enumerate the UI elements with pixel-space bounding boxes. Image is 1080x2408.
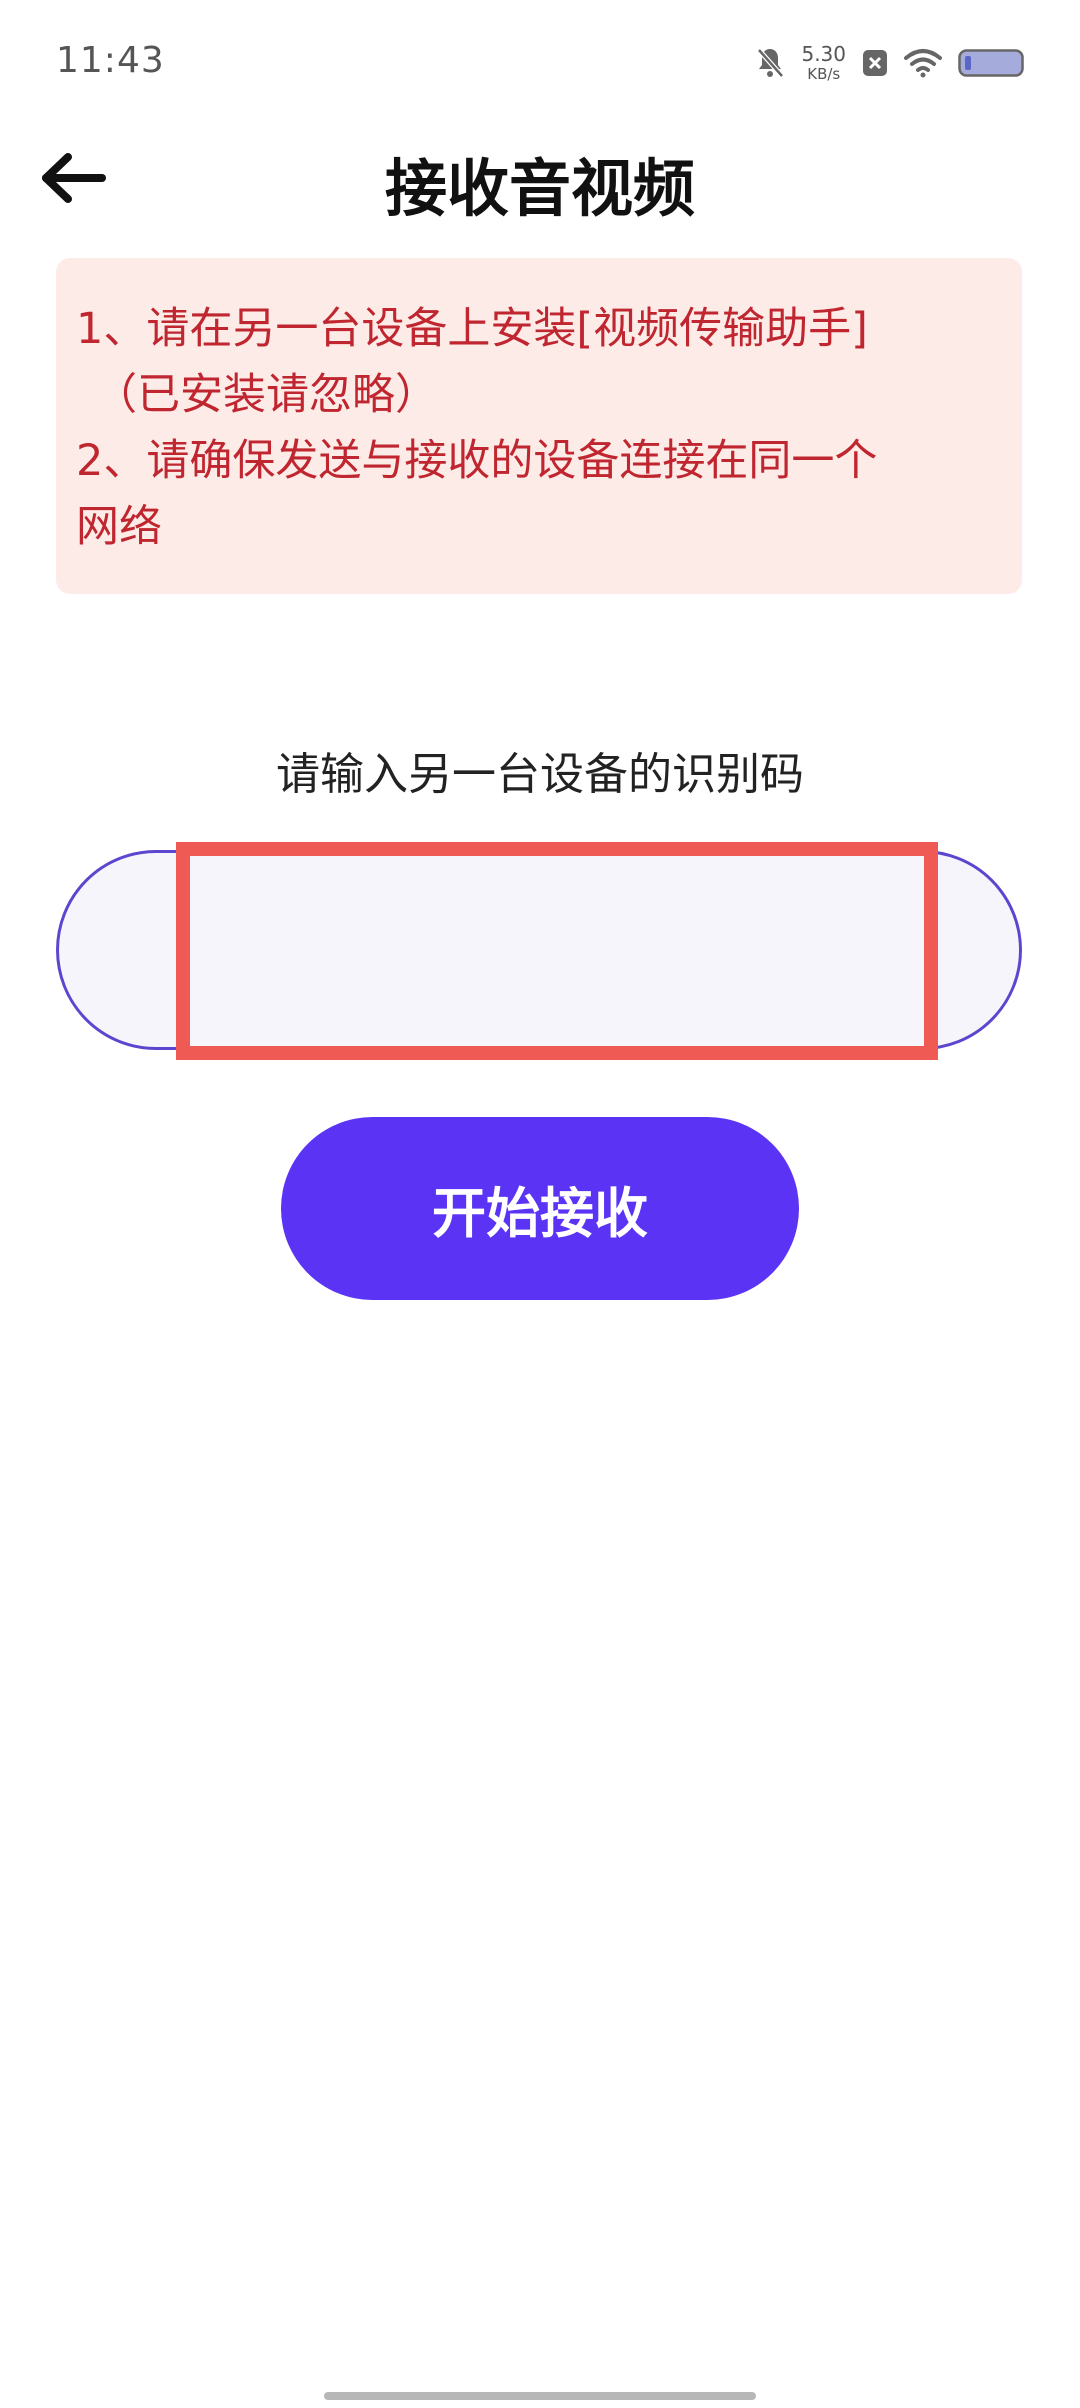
- code-prompt: 请输入另一台设备的识别码: [276, 749, 804, 800]
- notice-line-1: 1、请在另一台设备上安装[视频传输助手]: [76, 304, 868, 354]
- close-box-icon: [862, 48, 888, 78]
- status-time: 11:43: [56, 40, 165, 81]
- notice-line-2: （已安装请忽略）: [94, 370, 438, 420]
- battery-icon: [958, 48, 1024, 78]
- status-bar: 11:43 5.30 KB/s: [0, 0, 1080, 120]
- status-icons: 5.30 KB/s: [755, 40, 1024, 86]
- notice-line-3: 2、请确保发送与接收的设备连接在同一个: [76, 436, 878, 486]
- instructions-notice: 1、请在另一台设备上安装[视频传输助手] （已安装请忽略） 2、请确保发送与接收…: [56, 258, 1022, 594]
- home-indicator[interactable]: [324, 2392, 756, 2400]
- net-speed-value: 5.30: [801, 42, 846, 66]
- code-input[interactable]: [176, 842, 938, 1060]
- bell-off-icon: [755, 46, 785, 80]
- wifi-icon: [904, 48, 942, 78]
- start-receive-button[interactable]: 开始接收: [281, 1117, 799, 1300]
- screen: 11:43 5.30 KB/s 接收音视频 1、请在另一台设备上安装[视频传输助…: [0, 0, 1080, 2408]
- net-speed-unit: KB/s: [807, 65, 841, 83]
- page-title: 接收音视频: [384, 152, 695, 225]
- net-speed: 5.30 KB/s: [801, 44, 846, 82]
- notice-line-4: 网络: [76, 502, 162, 552]
